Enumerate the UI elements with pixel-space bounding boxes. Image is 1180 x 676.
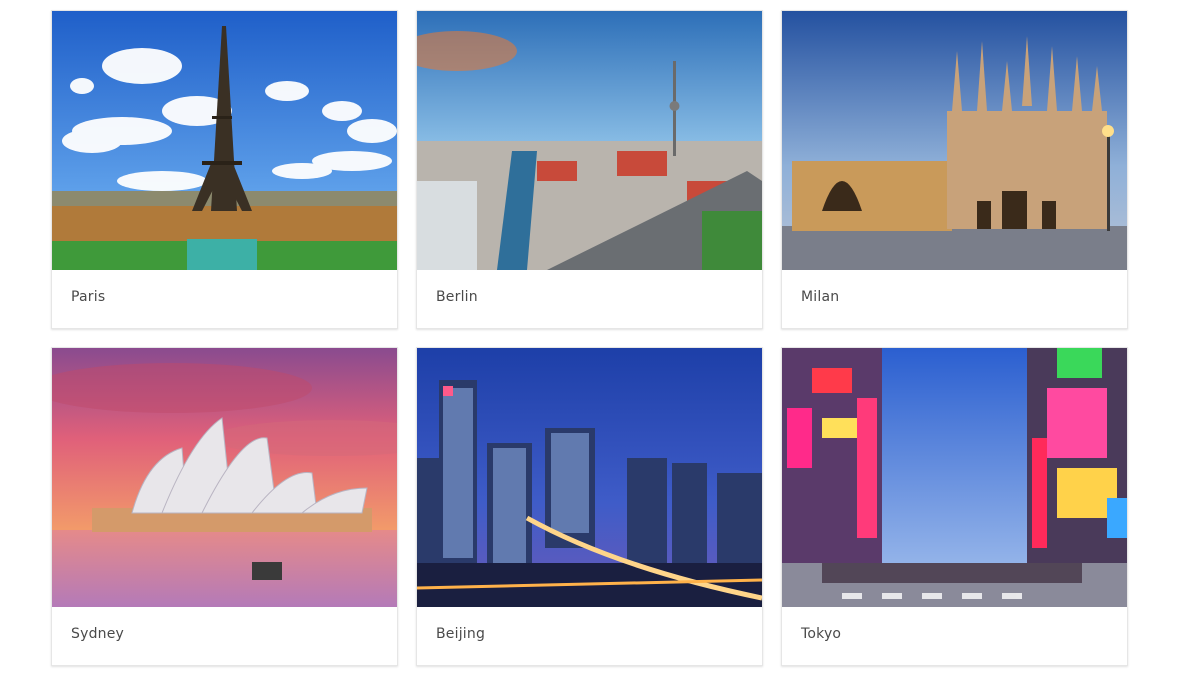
city-card-berlin[interactable]: Berlin bbox=[416, 10, 763, 329]
berlin-photo bbox=[417, 11, 762, 270]
city-card-milan[interactable]: Milan bbox=[781, 10, 1128, 329]
city-name: Sydney bbox=[71, 626, 125, 642]
city-name: Milan bbox=[801, 289, 840, 305]
tokyo-photo bbox=[782, 348, 1127, 607]
city-name: Tokyo bbox=[801, 626, 842, 642]
city-card-tokyo[interactable]: Tokyo bbox=[781, 347, 1128, 666]
city-card-grid: Paris Berlin Milan Sydney Beijing Tokyo bbox=[51, 10, 1128, 666]
city-name: Paris bbox=[71, 289, 106, 305]
city-name: Berlin bbox=[436, 289, 478, 305]
paris-photo bbox=[52, 11, 397, 270]
sydney-photo bbox=[52, 348, 397, 607]
city-card-beijing[interactable]: Beijing bbox=[416, 347, 763, 666]
city-card-paris[interactable]: Paris bbox=[51, 10, 398, 329]
city-name: Beijing bbox=[436, 626, 486, 642]
city-card-sydney[interactable]: Sydney bbox=[51, 347, 398, 666]
milan-photo bbox=[782, 11, 1127, 270]
beijing-photo bbox=[417, 348, 762, 607]
